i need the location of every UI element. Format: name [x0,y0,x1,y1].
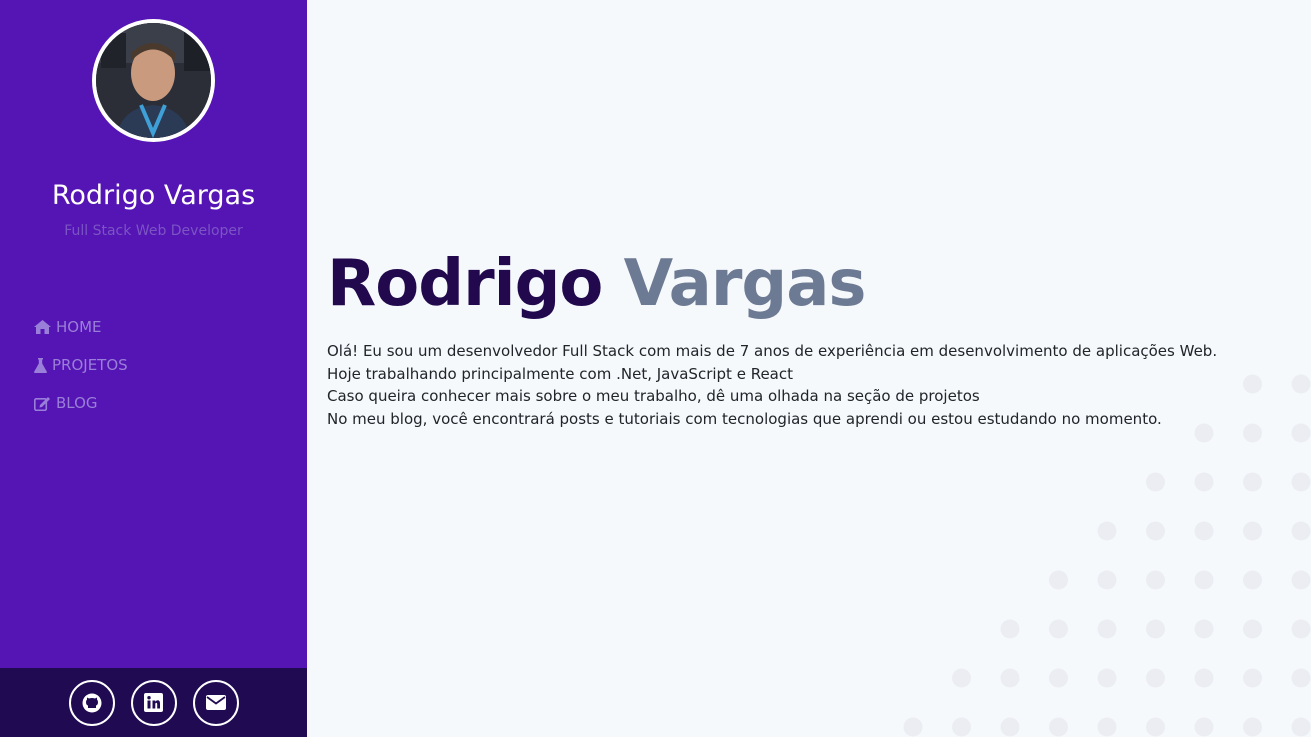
decoration-dot [1291,717,1311,737]
hero-title: Rodrigo Vargas [327,247,866,321]
github-icon [82,693,101,712]
decoration-dot [1243,668,1262,688]
sidebar: Rodrigo Vargas Full Stack Web Developer … [0,0,307,737]
decoration-dot [1243,717,1262,737]
nav-item-projetos[interactable]: PROJETOS [34,346,128,384]
decoration-dot [1291,570,1311,590]
linkedin-icon [144,693,163,712]
profile-photo [96,23,211,138]
nav-label: BLOG [56,394,98,412]
decoration-dot [1097,619,1117,639]
linkedin-link[interactable] [130,679,177,726]
decoration-dot [1000,619,1020,639]
decoration-dot [1097,570,1117,590]
sidebar-name: Rodrigo Vargas [51,180,256,211]
decoration-dot [1291,619,1311,639]
decoration-dot [952,717,971,737]
hero-first-name: Rodrigo [327,247,603,321]
intro-text: Olá! Eu sou um desenvolvedor Full Stack … [327,340,1227,431]
decoration-dot [1243,619,1262,639]
decoration-dot [1049,570,1068,590]
decoration-dot [1000,717,1020,737]
decoration-dot [1194,521,1214,541]
decoration-dot [1097,521,1117,541]
decoration-dot [1097,717,1117,737]
decoration-dot [1146,570,1165,590]
sidebar-nav: HOME PROJETOS BLOG [34,308,128,422]
decoration-dot [1097,668,1117,688]
email-link[interactable] [192,679,239,726]
decoration-dot [1243,374,1262,394]
decoration-dot [1291,472,1311,492]
intro-paragraph: No meu blog, você encontrará posts e tut… [327,410,1162,429]
decoration-dot [1243,570,1262,590]
decoration-dot [1194,570,1214,590]
home-icon [34,320,51,334]
decoration-dot [903,717,923,737]
decoration-dot [1000,668,1020,688]
avatar [92,19,215,142]
decoration-dot [1194,619,1214,639]
decoration-dot [1194,472,1214,492]
flask-icon [34,357,47,373]
nav-label: PROJETOS [52,356,128,374]
edit-icon [34,396,50,411]
decoration-dot [1146,472,1165,492]
decoration-dot [1146,668,1165,688]
decoration-dot [1243,423,1262,443]
decoration-dot [1291,374,1311,394]
github-link[interactable] [68,679,115,726]
nav-label: HOME [56,318,102,336]
decoration-dot [1146,521,1165,541]
hero-last-name: Vargas [623,247,867,321]
envelope-icon [205,695,226,710]
decoration-dot [1243,472,1262,492]
intro-paragraph: Olá! Eu sou um desenvolvedor Full Stack … [327,342,1218,383]
decoration-dot [1146,717,1165,737]
nav-item-blog[interactable]: BLOG [34,384,128,422]
decoration-dot [1049,717,1068,737]
decoration-dot [1243,521,1262,541]
decoration-dot [1291,521,1311,541]
decoration-dot [1291,668,1311,688]
main-content: Rodrigo Vargas Olá! Eu sou um desenvolve… [307,0,1311,737]
intro-paragraph: Caso queira conhecer mais sobre o meu tr… [327,387,980,406]
sidebar-role: Full Stack Web Developer [64,223,243,239]
decoration-dot [1049,668,1068,688]
decoration-dot [1146,619,1165,639]
decoration-dot [1049,619,1068,639]
nav-item-home[interactable]: HOME [34,308,128,346]
decoration-dot [1194,717,1214,737]
decoration-dot [952,668,971,688]
decoration-dot [1291,423,1311,443]
social-bar [0,668,307,737]
decoration-dot [1194,668,1214,688]
